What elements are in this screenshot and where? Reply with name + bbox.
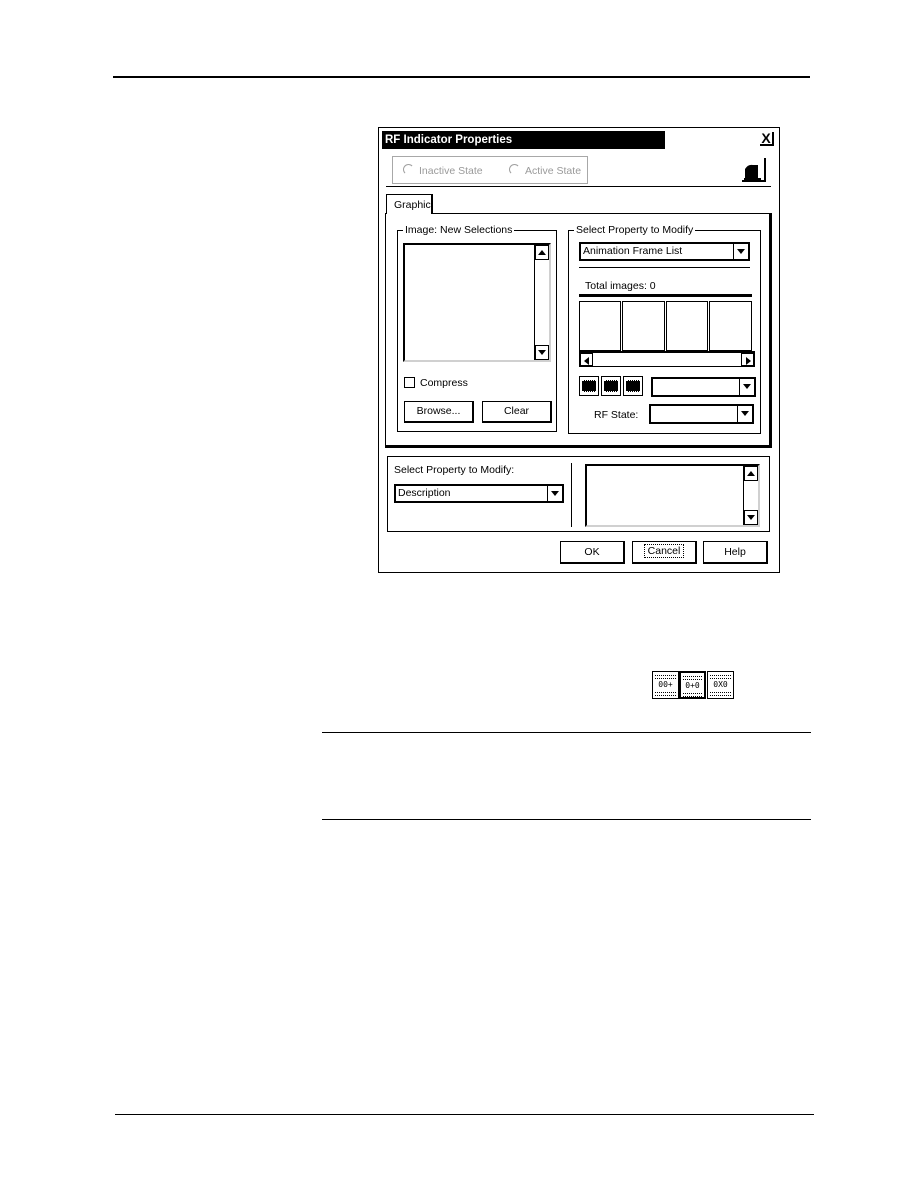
footer-rule — [115, 1114, 814, 1115]
delete-frame-glyph: 0X0 — [713, 680, 728, 689]
radio-inactive-state-label: Inactive State — [419, 165, 483, 177]
frame-button-2[interactable] — [601, 376, 621, 396]
radio-icon — [403, 164, 414, 175]
film-strip — [683, 676, 702, 680]
frame-option-select[interactable] — [651, 377, 756, 397]
chevron-down-icon[interactable] — [739, 379, 754, 395]
bottom-property-select[interactable]: Description — [394, 484, 564, 503]
radio-active-state[interactable]: Active State — [509, 164, 581, 177]
header-rule — [113, 76, 810, 78]
clear-button[interactable]: Clear — [482, 401, 552, 423]
description-scrollbar[interactable] — [743, 466, 758, 525]
cancel-button[interactable]: Cancel — [632, 541, 697, 564]
property-divider — [579, 267, 750, 268]
rf-state-select[interactable] — [649, 404, 754, 424]
cancel-label: Cancel — [643, 544, 685, 558]
bottom-property-value: Description — [398, 487, 451, 499]
scroll-down-icon[interactable] — [535, 345, 549, 360]
chevron-down-icon[interactable] — [547, 486, 562, 501]
rf-state-label: RF State: — [594, 409, 639, 421]
property-select[interactable]: Animation Frame List — [579, 242, 750, 261]
image-list[interactable] — [403, 243, 551, 362]
insert-frame-glyph: 0+0 — [685, 681, 700, 690]
frame-button-1[interactable] — [579, 376, 599, 396]
compress-label: Compress — [420, 377, 468, 389]
chevron-down-icon[interactable] — [737, 406, 752, 422]
help-button[interactable]: Help — [703, 541, 768, 564]
folder-button[interactable] — [742, 158, 766, 182]
film-strip — [710, 675, 731, 679]
compress-checkbox[interactable]: Compress — [404, 377, 468, 389]
select-property-group: Select Property to Modify Animation Fram… — [568, 224, 761, 434]
insert-frame-icon: 0+0 — [679, 671, 706, 699]
animation-frame-slot[interactable] — [622, 301, 665, 351]
property-group-legend: Select Property to Modify — [574, 224, 696, 236]
scroll-up-icon[interactable] — [535, 245, 549, 260]
bottom-property-label: Select Property to Modify: — [394, 464, 515, 476]
image-new-selections-group: Image: New Selections Compress Browse...… — [397, 224, 557, 432]
add-frame-glyph: 00+ — [658, 680, 673, 689]
bottom-property-section: Select Property to Modify: Description — [387, 456, 770, 532]
header-divider — [386, 186, 771, 187]
film-strip — [655, 675, 676, 679]
radio-icon — [509, 164, 520, 175]
note-top-rule — [322, 732, 811, 733]
film-strip — [683, 693, 702, 697]
scroll-down-icon[interactable] — [744, 510, 758, 525]
checkbox-icon — [404, 377, 415, 388]
scroll-up-icon[interactable] — [744, 466, 758, 481]
chevron-down-icon[interactable] — [733, 244, 748, 259]
image-group-legend: Image: New Selections — [403, 224, 515, 236]
bottom-section-divider — [571, 463, 572, 527]
animation-frame-slot[interactable] — [579, 301, 621, 351]
state-radio-group: Inactive State Active State — [392, 156, 588, 184]
frame-button-3[interactable] — [623, 376, 643, 396]
animation-frames-strip[interactable] — [579, 294, 752, 351]
film-strip — [655, 692, 676, 696]
property-select-value: Animation Frame List — [583, 245, 683, 257]
add-frame-icon: 00+ — [652, 671, 679, 699]
ok-button[interactable]: OK — [560, 541, 625, 564]
animation-frame-slot[interactable] — [666, 301, 708, 351]
close-button[interactable]: X — [760, 130, 774, 146]
total-images-label: Total images: 0 — [585, 280, 656, 292]
close-icon: X — [761, 130, 771, 146]
animation-frame-slot[interactable] — [709, 301, 752, 351]
tab-graphic-label: Graphic — [394, 199, 431, 211]
graphic-tab-panel: Image: New Selections Compress Browse...… — [385, 213, 772, 448]
note-bottom-rule — [322, 819, 811, 820]
tab-graphic[interactable]: Graphic — [386, 194, 433, 214]
image-list-scrollbar[interactable] — [534, 245, 549, 360]
scroll-left-icon[interactable] — [580, 353, 593, 366]
description-textarea[interactable] — [585, 464, 760, 527]
delete-frame-icon: 0X0 — [707, 671, 734, 699]
scroll-right-icon[interactable] — [741, 353, 754, 366]
radio-inactive-state[interactable]: Inactive State — [403, 164, 483, 177]
frames-horizontal-scrollbar[interactable] — [579, 351, 755, 367]
dialog-title: RF Indicator Properties — [382, 131, 665, 149]
browse-button[interactable]: Browse... — [404, 401, 474, 423]
radio-active-state-label: Active State — [525, 165, 582, 177]
folder-icon — [744, 164, 761, 180]
rf-indicator-properties-dialog: RF Indicator Properties X Inactive State… — [378, 127, 780, 573]
film-strip — [710, 692, 731, 696]
